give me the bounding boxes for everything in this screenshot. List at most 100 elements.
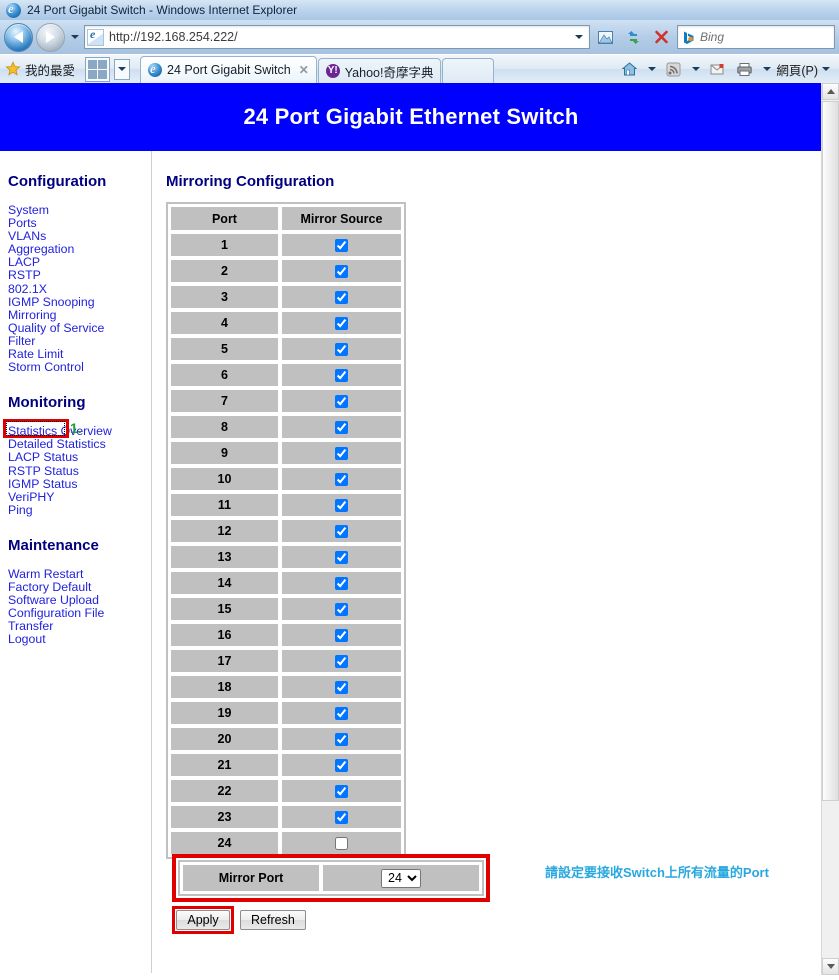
mirror-source-cell xyxy=(280,805,402,829)
sidebar-item-ping[interactable]: Ping xyxy=(8,503,151,517)
favorites-label[interactable]: 我的最愛 xyxy=(25,60,75,79)
sidebar-heading-maintenance: Maintenance xyxy=(8,536,99,554)
window-title: 24 Port Gigabit Switch - Windows Interne… xyxy=(27,3,298,17)
refresh-button[interactable]: Refresh xyxy=(240,910,306,930)
grid-icon[interactable] xyxy=(85,56,111,82)
forward-button[interactable] xyxy=(36,22,65,52)
apply-button[interactable]: Apply xyxy=(176,910,230,930)
home-button[interactable] xyxy=(617,57,642,82)
chevron-down-icon xyxy=(118,67,127,71)
navigation-bar: http://192.168.254.222/ xyxy=(0,20,839,54)
recent-pages-button[interactable] xyxy=(68,27,81,47)
mirror-source-checkbox[interactable] xyxy=(334,577,348,591)
favorites-bar-dropdown[interactable] xyxy=(114,58,131,80)
mirror-source-checkbox[interactable] xyxy=(334,681,348,695)
address-bar[interactable]: http://192.168.254.222/ xyxy=(84,25,590,49)
sidebar-item-quality-of-service[interactable]: Quality of Service xyxy=(8,321,151,335)
compatibility-view-icon xyxy=(598,30,613,44)
mirror-source-checkbox[interactable] xyxy=(334,629,348,643)
command-bar-tools: 網頁(P) xyxy=(617,57,834,82)
port-number-cell: 13 xyxy=(170,545,279,569)
mirror-source-checkbox[interactable] xyxy=(334,525,348,539)
home-icon xyxy=(621,61,638,75)
star-icon[interactable] xyxy=(5,61,21,77)
tab-yahoo-dictionary[interactable]: Y! Yahoo!奇摩字典 xyxy=(317,58,442,83)
mirror-port-select[interactable]: 123456789101112131415161718192021222324 xyxy=(381,868,421,888)
sidebar-item-igmp-snooping[interactable]: IGMP Snooping xyxy=(8,295,151,309)
mirror-source-checkbox[interactable] xyxy=(334,317,348,331)
mirror-source-checkbox[interactable] xyxy=(334,421,348,435)
form-actions: Apply Refresh xyxy=(172,906,306,934)
address-dropdown-button[interactable] xyxy=(571,35,587,39)
sidebar-item-8021x[interactable]: 802.1X xyxy=(8,282,151,296)
sidebar-item-logout[interactable]: Logout xyxy=(8,633,151,646)
mirror-port-highlight: Mirror Port 1234567891011121314151617181… xyxy=(172,854,490,902)
home-dropdown[interactable] xyxy=(644,57,659,82)
ie-logo-icon xyxy=(148,61,163,77)
feeds-button[interactable] xyxy=(661,57,686,82)
compatibility-view-button[interactable] xyxy=(593,25,618,50)
sidebar-item-veriphy[interactable]: VeriPHY xyxy=(8,490,151,504)
print-button[interactable] xyxy=(732,57,757,82)
mirror-source-checkbox[interactable] xyxy=(334,551,348,565)
mirror-source-checkbox[interactable] xyxy=(334,837,348,851)
mirror-source-checkbox[interactable] xyxy=(334,239,348,253)
mirror-source-checkbox[interactable] xyxy=(334,785,348,799)
mirror-source-cell xyxy=(280,493,402,517)
ie-page-icon xyxy=(87,27,104,46)
table-row: 15 xyxy=(170,597,402,621)
sidebar-item-mirroring[interactable]: Mirroring xyxy=(8,308,151,322)
page-menu-dropdown[interactable] xyxy=(820,57,832,82)
back-button[interactable] xyxy=(4,22,33,52)
sidebar-item-rstp[interactable]: RSTP xyxy=(8,269,151,282)
vertical-scrollbar[interactable] xyxy=(821,83,839,975)
mirror-source-checkbox[interactable] xyxy=(334,395,348,409)
mirror-source-checkbox[interactable] xyxy=(334,291,348,305)
page-menu-button[interactable]: 網頁(P) xyxy=(776,60,818,79)
scroll-up-button[interactable] xyxy=(822,83,839,100)
mirror-source-checkbox[interactable] xyxy=(334,759,348,773)
mirror-source-checkbox[interactable] xyxy=(334,499,348,513)
close-icon[interactable]: ✕ xyxy=(299,63,309,77)
search-box[interactable]: Bing xyxy=(677,25,835,49)
stop-button[interactable] xyxy=(649,25,674,50)
sidebar-navigation: Configuration System Ports VLANs Aggrega… xyxy=(0,151,152,973)
mirror-source-checkbox[interactable] xyxy=(334,733,348,747)
mirror-source-checkbox[interactable] xyxy=(334,603,348,617)
sidebar-item-lacp-status[interactable]: LACP Status xyxy=(8,451,151,464)
scroll-down-button[interactable] xyxy=(822,958,839,975)
mirror-source-checkbox[interactable] xyxy=(334,655,348,669)
port-number-cell: 3 xyxy=(170,285,279,309)
feeds-dropdown[interactable] xyxy=(688,57,703,82)
mirror-source-checkbox[interactable] xyxy=(334,473,348,487)
bing-icon xyxy=(681,30,696,45)
table-row: 21 xyxy=(170,753,402,777)
port-number-cell: 8 xyxy=(170,415,279,439)
mirror-source-cell xyxy=(280,831,402,855)
mirror-source-checkbox[interactable] xyxy=(334,811,348,825)
sidebar-item-warm-restart[interactable]: Warm Restart xyxy=(8,567,151,581)
mirror-source-checkbox[interactable] xyxy=(334,447,348,461)
new-tab-button[interactable] xyxy=(442,58,495,83)
sidebar-item-rstp-status[interactable]: RSTP Status xyxy=(8,464,151,478)
page-title: Mirroring Configuration xyxy=(166,173,335,190)
sidebar-item-storm-control[interactable]: Storm Control xyxy=(8,361,151,374)
mail-button[interactable] xyxy=(705,57,730,82)
forward-arrow-icon xyxy=(46,31,55,43)
mirror-source-cell xyxy=(280,571,402,595)
table-row: 4 xyxy=(170,311,402,335)
refresh-button[interactable] xyxy=(621,25,646,50)
mirror-port-row: Mirror Port 1234567891011121314151617181… xyxy=(182,864,480,892)
print-dropdown[interactable] xyxy=(759,57,774,82)
sidebar-item-igmp-status[interactable]: IGMP Status xyxy=(8,477,151,491)
mirror-source-checkbox[interactable] xyxy=(334,369,348,383)
tab-switch-admin[interactable]: 24 Port Gigabit Switch ✕ xyxy=(140,56,317,83)
mirror-source-checkbox[interactable] xyxy=(334,265,348,279)
mirror-source-checkbox[interactable] xyxy=(334,343,348,357)
search-provider-label: Bing xyxy=(700,30,725,44)
sidebar-group-maintenance: Warm Restart Factory Default Software Up… xyxy=(6,567,151,647)
port-number-cell: 23 xyxy=(170,805,279,829)
table-row: 6 xyxy=(170,363,402,387)
mirror-source-checkbox[interactable] xyxy=(334,707,348,721)
scrollbar-thumb[interactable] xyxy=(822,101,839,801)
